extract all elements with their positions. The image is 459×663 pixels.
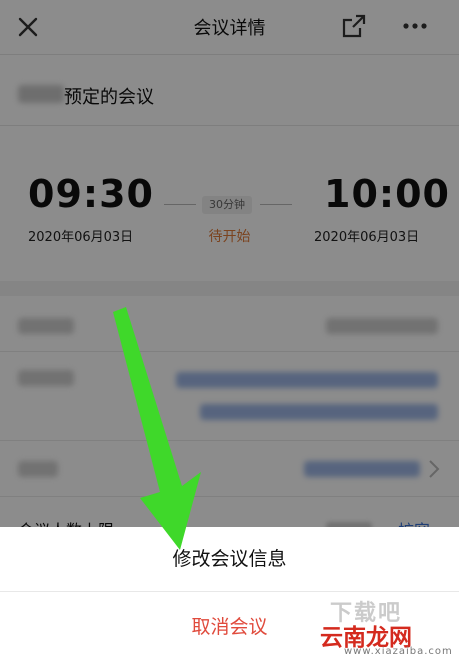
watermark-site: www.xiazaiba.com — [344, 646, 453, 657]
edit-meeting-button[interactable]: 修改会议信息 — [0, 527, 459, 592]
